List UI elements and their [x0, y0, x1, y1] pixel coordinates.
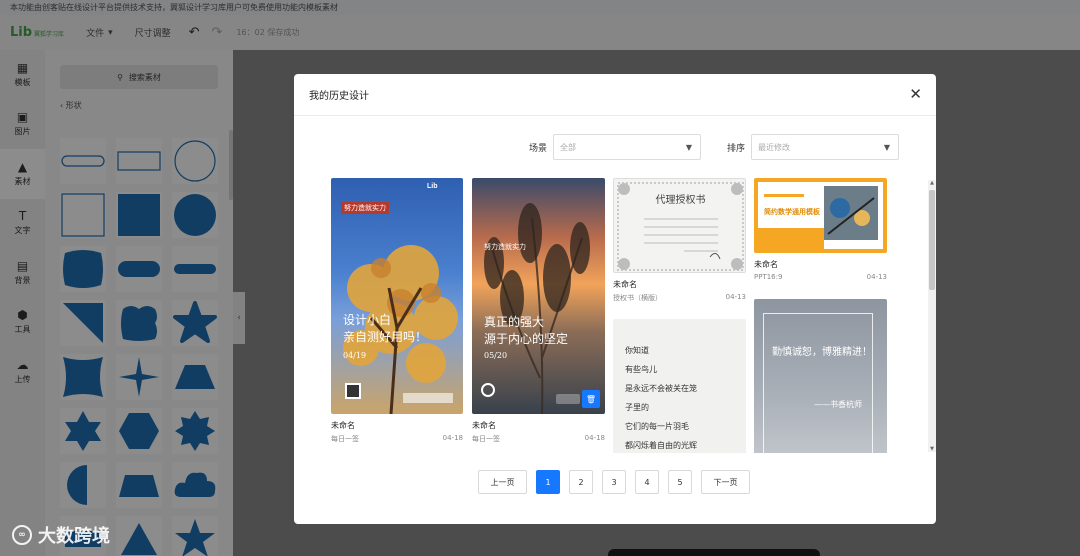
scene-label: 场景	[528, 143, 547, 154]
scene-value: 全部	[559, 142, 576, 152]
design-thumbnail[interactable]: 你知道有些鸟儿是永远不会被关在笼 子里的它们的每一片羽毛 都闪烁着自由的光辉	[613, 319, 746, 453]
design-card[interactable]: Lib 努力造就实力 设计小白 亲自测好用吗！ 04/19 未命名 每日一签 04…	[331, 178, 463, 444]
design-thumbnail[interactable]: 简约数学通用模板	[754, 178, 887, 253]
poem-line: 有些鸟儿	[625, 365, 657, 374]
poster-logo: Lib	[427, 183, 438, 190]
design-thumbnail[interactable]: 勤慎诚恕，博雅精进！ ——书香杭师	[754, 299, 887, 453]
page-button-3[interactable]: 3	[602, 470, 626, 494]
modal-title: 我的历史设计	[309, 91, 369, 102]
filter-bar: 场景 全部 ▼ 排序 最近修改 ▼	[529, 134, 899, 160]
history-designs-modal: 我的历史设计 ✕ 场景 全部 ▼ 排序 最近修改 ▼ Lib 努力造就实力 设计…	[294, 74, 936, 524]
design-grid: Lib 努力造就实力 设计小白 亲自测好用吗！ 04/19 未命名 每日一签 04…	[331, 178, 887, 453]
page-button-5[interactable]: 5	[668, 470, 692, 494]
quote-author: ——书香杭师	[814, 400, 862, 409]
design-date: 04-13	[866, 273, 887, 281]
design-thumbnail[interactable]: 代理授权书	[613, 178, 746, 273]
design-date: 04-18	[584, 434, 605, 442]
scrollbar-thumb[interactable]	[929, 190, 935, 290]
modal-header: 我的历史设计 ✕	[294, 74, 936, 116]
design-meta: PPT16:9 04-13	[754, 273, 887, 281]
page-button-4[interactable]: 4	[635, 470, 659, 494]
watermark: ∞ 大数跨境	[12, 522, 110, 548]
design-date: 04-13	[725, 293, 746, 301]
poster-headline: 代理授权书	[655, 195, 706, 206]
poster-top-text: 努力造就实力	[341, 202, 389, 214]
poster-top-text: 努力造就实力	[484, 243, 526, 251]
design-card[interactable]: 你知道有些鸟儿是永远不会被关在笼 子里的它们的每一片羽毛 都闪烁着自由的光辉	[613, 319, 746, 453]
svg-text:🗑: 🗑	[586, 395, 596, 404]
design-date: 04-18	[442, 434, 463, 442]
close-icon[interactable]: ✕	[909, 87, 922, 102]
sort-value: 最近修改	[758, 142, 790, 152]
caret-down-icon: ▼	[883, 142, 890, 152]
quote-text: 勤慎诚恕，博雅精进！	[772, 347, 872, 358]
bottom-toolbar-pill	[608, 549, 820, 556]
design-type: PPT16:9	[754, 273, 783, 281]
page-button-1[interactable]: 1	[536, 470, 560, 494]
poem-line: 是永远不会被关在笼	[625, 384, 697, 393]
poem-line: 子里的	[625, 403, 649, 412]
scroll-down-icon[interactable]: ▼	[928, 446, 936, 452]
prev-page-button[interactable]: 上一页	[478, 470, 527, 494]
watermark-logo-icon: ∞	[12, 525, 32, 545]
sort-label: 排序	[726, 143, 745, 154]
design-meta: 每日一签 04-18	[331, 434, 463, 444]
scroll-up-icon[interactable]: ▲	[928, 180, 936, 186]
design-card[interactable]: 代理授权书 未命名 授权书（横版） 04-13	[613, 178, 746, 303]
grid-scrollbar[interactable]: ▲ ▼	[928, 180, 936, 452]
design-title: 未命名	[331, 421, 355, 430]
poster-date: 05/20	[484, 351, 508, 360]
poster-date: 04/19	[343, 351, 367, 360]
quote-frame	[763, 313, 873, 453]
design-meta: 授权书（横版） 04-13	[613, 293, 746, 303]
design-thumbnail[interactable]: 🗑 努力造就实力 真正的强大 源于内心的坚定 05/20	[472, 178, 605, 414]
poster-headline: 真正的强大 源于内心的坚定	[484, 315, 569, 346]
watermark-text: 大数跨境	[38, 526, 110, 547]
scene-select[interactable]: 全部 ▼	[552, 134, 701, 160]
poem-line: 它们的每一片羽毛	[625, 422, 689, 431]
pagination: 上一页 1 2 3 4 5 下一页	[478, 470, 750, 494]
sort-select[interactable]: 最近修改 ▼	[751, 134, 899, 160]
next-page-button[interactable]: 下一页	[701, 470, 750, 494]
poster-headline: 设计小白 亲自测好用吗！	[343, 313, 428, 344]
design-type: 每日一签	[472, 435, 500, 443]
design-thumbnail[interactable]: Lib 努力造就实力 设计小白 亲自测好用吗！ 04/19	[331, 178, 463, 414]
page-button-2[interactable]: 2	[569, 470, 593, 494]
design-card[interactable]: 勤慎诚恕，博雅精进！ ——书香杭师	[754, 299, 887, 453]
poem-line: 你知道	[625, 346, 649, 355]
design-card[interactable]: 简约数学通用模板 未命名 PPT16:9 04-13	[754, 178, 887, 281]
poem-line: 都闪烁着自由的光辉	[625, 441, 697, 450]
design-type: 授权书（横版）	[613, 294, 662, 302]
design-type: 每日一签	[331, 435, 359, 443]
design-title: 未命名	[613, 280, 637, 289]
design-meta: 每日一签 04-18	[472, 434, 605, 444]
design-card[interactable]: 🗑 努力造就实力 真正的强大 源于内心的坚定 05/20 未命名 每日一签 04-…	[472, 178, 605, 444]
design-title: 未命名	[754, 260, 778, 269]
poster-headline: 简约数学通用模板	[764, 209, 820, 216]
caret-down-icon: ▼	[685, 142, 692, 152]
design-title: 未命名	[472, 421, 496, 430]
poem-text: 你知道有些鸟儿是永远不会被关在笼 子里的它们的每一片羽毛 都闪烁着自由的光辉	[625, 341, 697, 453]
